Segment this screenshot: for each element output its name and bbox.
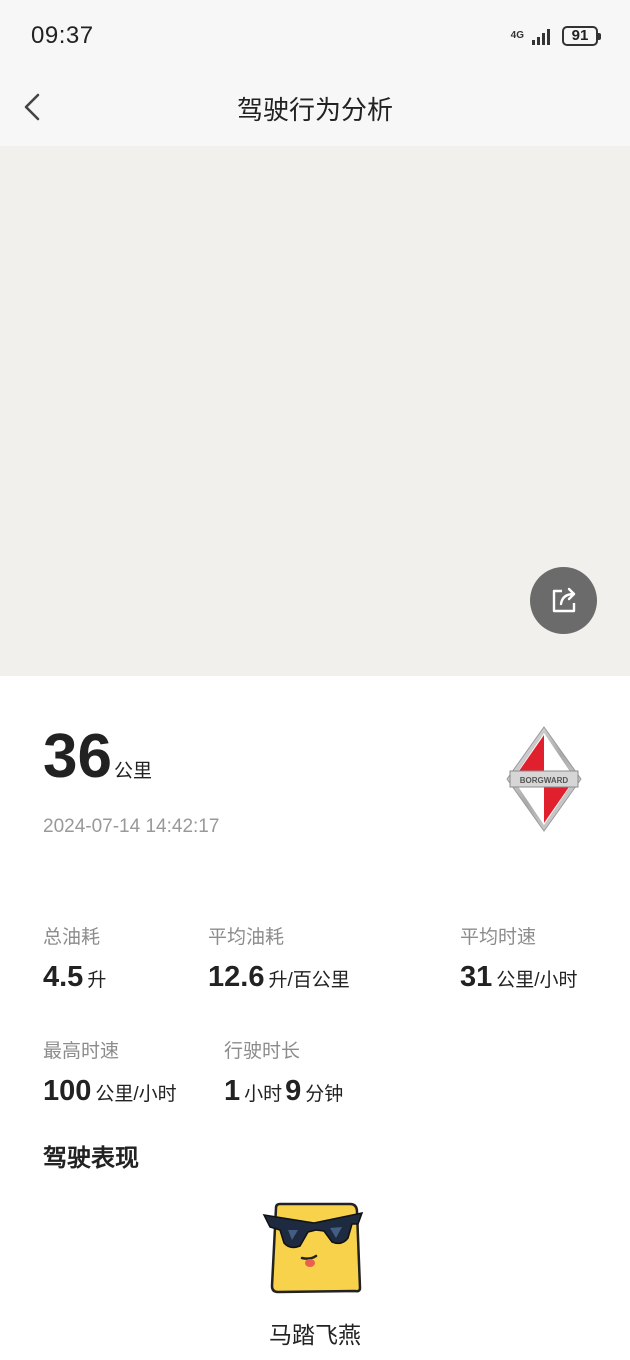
stat-unit: 公里/小时: [95, 1084, 177, 1105]
status-time: 09:37: [31, 22, 94, 49]
duration-hours: 1: [224, 1075, 241, 1107]
trip-datetime: 2024-07-14 14:42:17: [43, 816, 220, 837]
page-title: 驾驶行为分析: [236, 95, 393, 125]
stat-label: 平均油耗: [208, 927, 285, 948]
section-title-performance: 驾驶表现: [43, 1145, 139, 1172]
distance-unit: 公里: [113, 761, 152, 782]
performance-label: 马踏飞燕: [269, 1322, 361, 1348]
battery-icon: 91: [562, 26, 601, 46]
status-icons: 4G 91: [510, 24, 601, 48]
distance-value: 36: [43, 722, 112, 791]
stat-value: 31: [460, 961, 493, 993]
stat-avg-fuel: 平均油耗 12.6 升/百公里: [208, 922, 353, 994]
stat-label: 最高时速: [43, 1041, 120, 1062]
duration-hours-unit: 小时: [244, 1084, 283, 1105]
stat-unit: 公里/小时: [496, 970, 578, 991]
stat-value: 12.6: [208, 961, 265, 993]
share-button[interactable]: [530, 567, 597, 634]
stat-total-fuel: 总油耗 4.5 升: [43, 922, 109, 994]
stat-unit: 升/百公里: [268, 970, 350, 991]
status-bar: 09:37 4G 91: [0, 0, 630, 72]
stat-label: 行驶时长: [224, 1041, 301, 1062]
signal-icon: [532, 29, 550, 45]
stat-avg-speed: 平均时速 31 公里/小时: [460, 922, 581, 994]
logo-text: BORGWARD: [520, 776, 569, 785]
duration-minutes-unit: 分钟: [305, 1084, 344, 1105]
nav-bar: 驾驶行为分析: [0, 72, 630, 146]
stat-duration: 行驶时长 1 小时 9 分钟: [224, 1036, 346, 1108]
stat-unit: 升: [87, 970, 107, 991]
borgward-logo: BORGWARD: [506, 726, 582, 832]
share-icon: [552, 587, 575, 612]
stat-label: 总油耗: [43, 927, 101, 948]
battery-level: 91: [571, 27, 589, 44]
duration-minutes: 9: [285, 1075, 302, 1107]
stat-value: 4.5: [43, 961, 84, 993]
stat-value: 100: [43, 1075, 92, 1107]
network-type: 4G: [510, 30, 524, 41]
trip-distance: 36 公里: [43, 722, 152, 792]
stat-label: 平均时速: [460, 927, 537, 948]
cool-face-icon: [262, 1202, 364, 1294]
stat-max-speed: 最高时速 100 公里/小时: [43, 1036, 180, 1108]
